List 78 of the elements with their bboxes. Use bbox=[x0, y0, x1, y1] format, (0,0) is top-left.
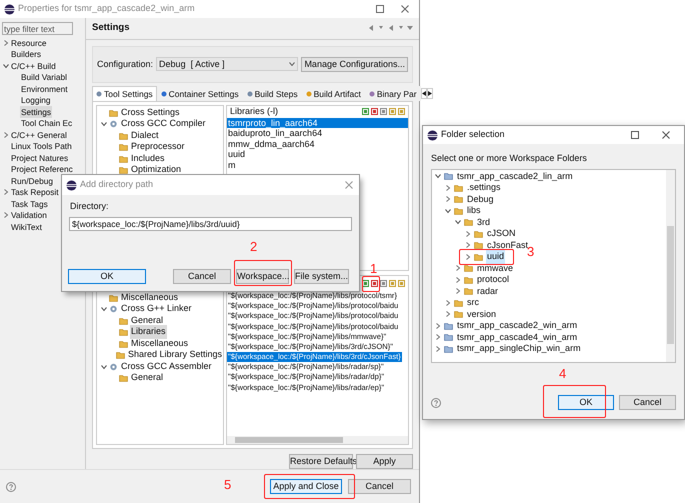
library-item[interactable]: uuid bbox=[227, 149, 408, 160]
sidebar-item[interactable]: Build Variabl bbox=[20, 71, 68, 84]
directory-field[interactable]: ${workspace_loc:/${ProjName}/libs/3rd/uuid} bbox=[69, 216, 352, 230]
sidebar-item[interactable]: Settings bbox=[20, 106, 52, 118]
folder-tree-item[interactable]: uuid bbox=[486, 250, 506, 264]
sidebar-item[interactable]: Project Referenc bbox=[10, 163, 74, 176]
tree-item[interactable]: Preprocessor bbox=[130, 140, 186, 154]
sidebar-item[interactable]: Resource bbox=[10, 36, 48, 49]
folder-tree-item[interactable]: tsmr_app_cascade2_win_arm bbox=[456, 319, 578, 332]
folder-tree-item[interactable]: cJSON bbox=[486, 227, 517, 240]
tab[interactable]: Tool Settings bbox=[92, 86, 157, 101]
folder-tree-item[interactable]: libs bbox=[466, 204, 482, 218]
sidebar-item[interactable]: WikiText bbox=[10, 220, 43, 233]
apply-button[interactable]: Apply bbox=[356, 454, 413, 469]
step-number: 5 bbox=[224, 478, 232, 491]
sidebar-item[interactable]: C/C++ Build bbox=[10, 60, 57, 72]
tree-item[interactable]: Shared Library Settings bbox=[126, 348, 223, 362]
sidebar-item[interactable]: Tool Chain Ec bbox=[20, 117, 74, 130]
workspace-button[interactable]: Workspace... bbox=[236, 269, 289, 284]
sidebar-item[interactable]: Task Reposit bbox=[10, 186, 60, 198]
folder-tree-item[interactable]: tsmr_app_singleChip_win_arm bbox=[456, 342, 582, 356]
library-item[interactable]: mmw_ddma_aarch64 bbox=[227, 138, 408, 150]
tree-item[interactable]: General bbox=[130, 314, 164, 328]
sidebar-item[interactable]: Environment bbox=[20, 82, 69, 95]
sidebar-item[interactable]: Logging bbox=[20, 94, 52, 106]
dialog-prompt: Select one or more Workspace Folders bbox=[431, 152, 588, 165]
step-number: 2 bbox=[250, 240, 258, 253]
folder-tree-item[interactable]: Debug bbox=[466, 192, 495, 206]
sidebar-item[interactable]: Task Tags bbox=[10, 198, 49, 210]
library-item[interactable]: m bbox=[227, 160, 408, 170]
page-title: Settings bbox=[92, 21, 130, 36]
step-number: 4 bbox=[559, 367, 566, 380]
tree-item[interactable]: Cross GCC Compiler bbox=[120, 117, 207, 131]
folder-tree-item[interactable]: radar bbox=[476, 284, 500, 298]
tree-item[interactable]: Cross Settings bbox=[120, 106, 181, 120]
tree-item[interactable]: Dialect bbox=[130, 128, 160, 142]
step-number: 3 bbox=[527, 245, 534, 258]
ok-button[interactable]: OK bbox=[558, 395, 614, 410]
sidebar-item[interactable]: Validation bbox=[10, 209, 48, 222]
window-title: Properties for tsmr_app_cascade2_win_arm bbox=[18, 2, 195, 16]
tree-item[interactable]: Includes bbox=[130, 152, 166, 166]
configuration-label: Configuration: bbox=[97, 58, 154, 71]
manage-configurations-button[interactable]: Manage Configurations... bbox=[301, 56, 408, 72]
dialog-title: Add directory path bbox=[80, 178, 154, 192]
tree-item[interactable]: Libraries bbox=[130, 325, 167, 339]
library-item[interactable]: baiduproto_lin_aarch64 bbox=[227, 128, 408, 139]
libraries-title: Libraries (-l) bbox=[230, 105, 278, 118]
folder-tree-item[interactable]: src bbox=[466, 296, 480, 310]
directory-label: Directory: bbox=[70, 200, 110, 213]
folder-tree-item[interactable]: tsmr_app_cascade2_lin_arm bbox=[456, 170, 574, 183]
tree-item[interactable]: Cross G++ Linker bbox=[120, 302, 193, 316]
apply-and-close-button[interactable]: Apply and Close bbox=[270, 479, 342, 494]
dialog-title: Folder selection bbox=[441, 128, 505, 142]
ok-button[interactable]: OK bbox=[68, 269, 146, 284]
folder-tree-item[interactable]: tsmr_app_cascade4_win_arm bbox=[456, 330, 578, 344]
folder-tree-item[interactable]: .settings bbox=[466, 181, 502, 194]
cancel-button[interactable]: Cancel bbox=[173, 269, 231, 284]
filter-field[interactable]: type filter text bbox=[2, 22, 73, 35]
cancel-button[interactable]: Cancel bbox=[348, 479, 411, 494]
sidebar-item[interactable]: Linux Tools Path bbox=[10, 140, 73, 152]
step-number: 1 bbox=[370, 262, 378, 275]
sidebar-item[interactable]: Project Natures bbox=[10, 152, 70, 164]
sidebar-item[interactable]: Builders bbox=[10, 48, 42, 60]
folder-tree-item[interactable]: protocol bbox=[476, 273, 510, 286]
configuration-dropdown[interactable]: Debug [ Active ] bbox=[156, 57, 298, 72]
sidebar-item[interactable]: Run/Debug bbox=[10, 174, 54, 187]
sidebar-item[interactable]: C/C++ General bbox=[10, 128, 68, 141]
folder-tree-item[interactable]: version bbox=[466, 308, 498, 321]
folder-tree-item[interactable]: mmwave bbox=[476, 262, 514, 275]
tree-item[interactable]: Cross GCC Assembler bbox=[120, 360, 213, 374]
tree-item[interactable]: Miscellaneous bbox=[130, 336, 190, 350]
folder-tree-item[interactable]: 3rd bbox=[476, 216, 492, 229]
tree-item[interactable]: Optimization bbox=[130, 163, 182, 177]
library-item[interactable]: tsmrproto_lin_aarch64 bbox=[227, 118, 408, 128]
cancel-button[interactable]: Cancel bbox=[619, 395, 676, 410]
file-system-button[interactable]: File system... bbox=[294, 269, 349, 284]
tree-item[interactable]: General bbox=[130, 371, 164, 385]
tree-item[interactable]: Miscellaneous bbox=[120, 290, 180, 304]
